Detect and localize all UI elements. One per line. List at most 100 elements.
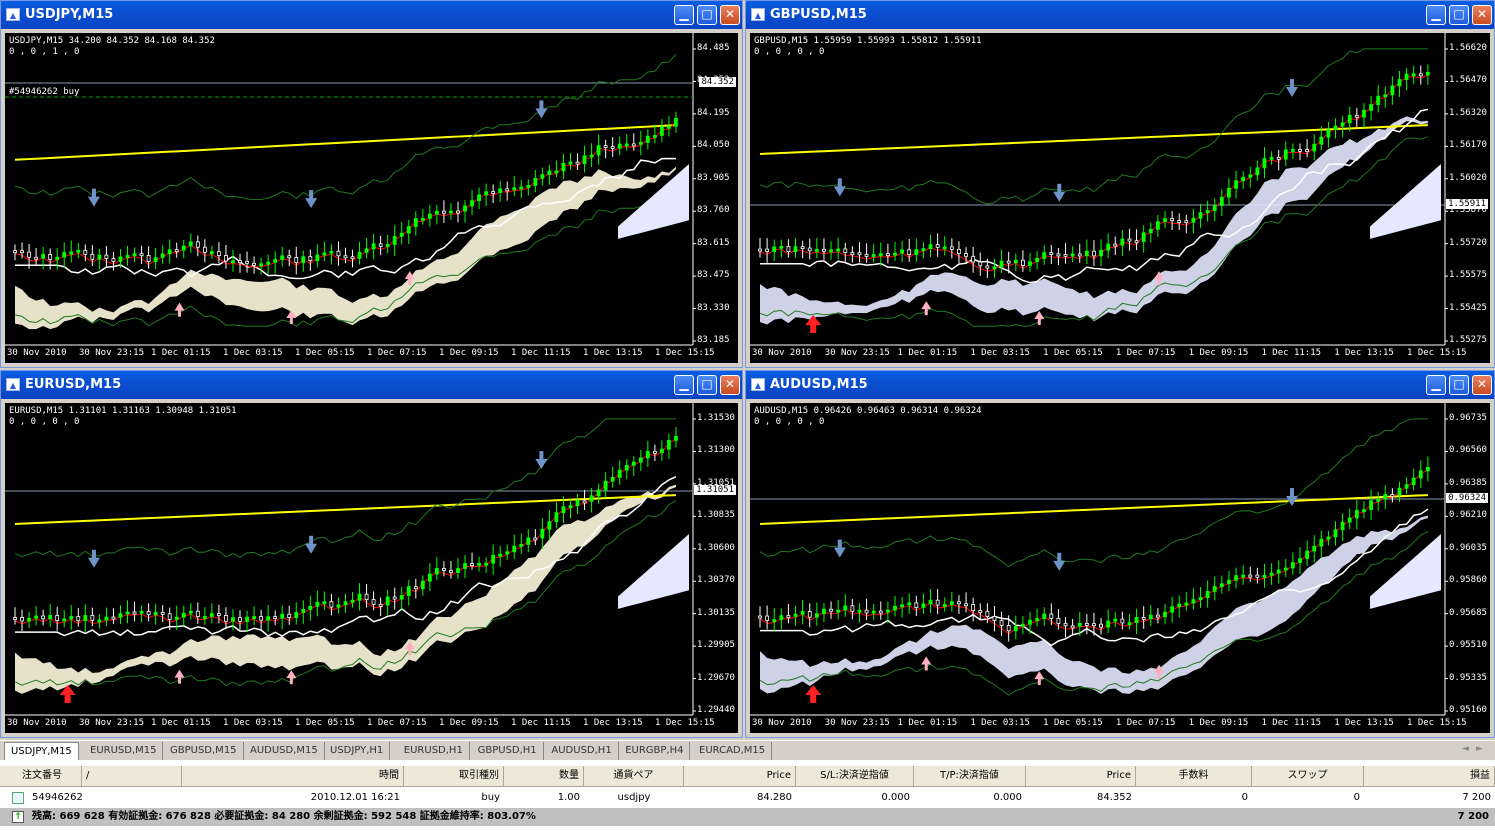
column-header[interactable]: 通貨ペア — [584, 766, 684, 786]
tab-gbpusd-h1[interactable]: GBPUSD,H1 — [472, 742, 544, 760]
chart-window-gbpusd[interactable]: ▲ GBPUSD,M15 ▁ □ ✕ 1.56620 1.56470 1.56320 1.561… — [745, 0, 1495, 368]
x-tick-label: 1 Dec 05:15 — [1043, 718, 1103, 728]
tab-usdjpy-m15[interactable]: USDJPY,M15 — [4, 742, 79, 760]
candle-body — [406, 226, 411, 234]
candle-body — [1290, 149, 1295, 152]
tab-audusd-h1[interactable]: AUDUSD,H1 — [545, 742, 619, 760]
candle-body — [1262, 158, 1267, 169]
table-cell: 84.280 — [757, 792, 792, 803]
close-button[interactable]: ✕ — [720, 375, 740, 395]
column-header[interactable]: 時間 — [182, 766, 404, 786]
candle-body — [111, 258, 116, 262]
sell-arrow-icon — [1053, 560, 1066, 571]
window-title: GBPUSD,M15 — [770, 7, 867, 22]
column-header[interactable]: 手数料 — [1136, 766, 1252, 786]
tab-usdjpy-h1[interactable]: USDJPY,H1 — [324, 742, 391, 760]
candle-body — [1013, 625, 1018, 632]
candle-body — [582, 500, 587, 504]
close-button[interactable]: ✕ — [1472, 375, 1492, 395]
candle-body — [1042, 613, 1047, 619]
candle-body — [957, 248, 961, 254]
window-title-bar[interactable]: ▲ USDJPY,M15 ▁ □ ✕ — [1, 1, 742, 29]
candle-body — [1340, 122, 1345, 127]
candle-body — [822, 608, 826, 615]
minimize-button[interactable]: ▁ — [1426, 375, 1446, 395]
close-button[interactable]: ✕ — [720, 5, 740, 25]
candle-body — [181, 612, 186, 618]
chart-window-eurusd[interactable]: ▲ EURUSD,M15 ▁ □ ✕ 1.31530 1.31300 1.31051 1.308… — [0, 370, 743, 738]
window-title-bar[interactable]: ▲ AUDUSD,M15 ▁ □ ✕ — [746, 371, 1494, 399]
candle-body — [857, 609, 862, 613]
column-header[interactable]: / — [82, 766, 182, 786]
y-tick-label: 0.96035 — [1449, 542, 1487, 553]
tab-eurgbp-h4[interactable]: EURGBP,H4 — [619, 742, 691, 760]
buy-arrow-stem — [924, 308, 928, 316]
candle-body — [20, 617, 24, 622]
buy-arrow-icon — [174, 302, 185, 311]
scroll-left-icon[interactable]: ◄ — [1462, 744, 1469, 754]
chart-window-usdjpy[interactable]: ▲ USDJPY,M15 ▁ □ ✕ 84.485 84.352 84.195 84.050 83… — [0, 0, 743, 368]
tab-eurcad-m15[interactable]: EURCAD,M15 — [693, 742, 773, 760]
column-header[interactable]: Price — [684, 766, 796, 786]
candle-body — [1177, 220, 1182, 223]
maximize-button[interactable]: □ — [697, 375, 717, 395]
tab-eurusd-h1[interactable]: EURUSD,H1 — [398, 742, 470, 760]
column-header[interactable]: T/P:決済指値 — [914, 766, 1026, 786]
chart-plot-area[interactable]: 1.31530 1.31300 1.31051 1.30835 1.30600 1.303… — [5, 403, 738, 733]
tab-eurusd-m15[interactable]: EURUSD,M15 — [84, 742, 164, 760]
chart-plot-area[interactable]: 1.56620 1.56470 1.56320 1.56170 1.56020 1.558… — [750, 33, 1490, 363]
maximize-icon: □ — [1453, 7, 1465, 21]
buy-arrow-stem — [1157, 671, 1161, 679]
table-row[interactable]: 54946262 2010.12.01 16:21 buy 1.00 usdjpy 84.… — [0, 788, 1495, 808]
candle-body — [449, 210, 453, 214]
candle-body — [371, 599, 376, 605]
candle-body — [1305, 550, 1310, 560]
column-header[interactable]: 損益 — [1364, 766, 1495, 786]
candle-body — [814, 248, 819, 252]
candle-body — [992, 266, 997, 270]
window-title-bar[interactable]: ▲ EURUSD,M15 ▁ □ ✕ — [1, 371, 742, 399]
candle-body — [1283, 567, 1288, 571]
minimize-button[interactable]: ▁ — [1426, 5, 1446, 25]
minimize-button[interactable]: ▁ — [674, 5, 694, 25]
chart-window-audusd[interactable]: ▲ AUDUSD,M15 ▁ □ ✕ 0.96735 0.96560 0.96385 0.962… — [745, 370, 1495, 738]
candle-body — [357, 593, 362, 601]
sell-arrow-stem — [837, 539, 842, 549]
candle-body — [174, 616, 179, 620]
candle-body — [350, 599, 355, 603]
candle-body — [41, 254, 46, 259]
scroll-right-icon[interactable]: ► — [1476, 744, 1483, 754]
minimize-button[interactable]: ▁ — [674, 375, 694, 395]
x-tick-label: 1 Dec 01:15 — [151, 348, 211, 358]
y-tick-label: 1.31300 — [697, 445, 735, 456]
chart-plot-area[interactable]: 84.485 84.352 84.195 84.050 83.905 83.760 83.6… — [5, 33, 738, 363]
window-title-bar[interactable]: ▲ GBPUSD,M15 ▁ □ ✕ — [746, 1, 1494, 29]
candle-body — [857, 252, 862, 256]
candle-body — [758, 615, 762, 619]
tab-gbpusd-m15[interactable]: GBPUSD,M15 — [164, 742, 244, 760]
sell-arrow-icon — [87, 196, 100, 207]
column-header[interactable]: S/L:決済逆指値 — [796, 766, 914, 786]
x-tick-label: 1 Dec 09:15 — [439, 718, 499, 728]
indicator-info-text: 0 , 0 , 1 , 0 — [9, 47, 80, 57]
column-header[interactable]: 取引種別 — [404, 766, 504, 786]
y-tick-label: 1.29905 — [697, 640, 735, 651]
chart-plot-area[interactable]: 0.96735 0.96560 0.96385 0.96210 0.96035 0.958… — [750, 403, 1490, 733]
candle-body — [76, 249, 81, 253]
y-tick-label: 1.30135 — [697, 607, 735, 618]
column-header[interactable]: Price — [1026, 766, 1136, 786]
moving-average-yellow — [14, 494, 677, 525]
tab-audusd-m15[interactable]: AUDUSD,M15 — [244, 742, 325, 760]
maximize-button[interactable]: □ — [697, 5, 717, 25]
maximize-button[interactable]: □ — [1449, 375, 1469, 395]
close-button[interactable]: ✕ — [1472, 5, 1492, 25]
candle-body — [779, 615, 784, 621]
candle-body — [427, 213, 432, 219]
candle-body — [772, 246, 777, 252]
column-header[interactable]: スワップ — [1252, 766, 1364, 786]
envelope-upper — [759, 418, 1428, 568]
column-header[interactable]: 数量 — [504, 766, 584, 786]
buy-arrow-stem — [289, 677, 293, 685]
maximize-button[interactable]: □ — [1449, 5, 1469, 25]
column-header[interactable]: 注文番号 — [0, 766, 82, 786]
